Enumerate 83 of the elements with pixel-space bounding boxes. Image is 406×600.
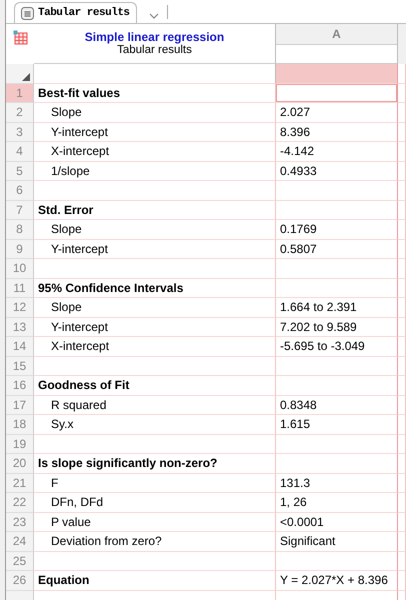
chevron-down-icon[interactable]	[148, 13, 159, 19]
row-number[interactable]: 8	[6, 220, 34, 240]
value-cell[interactable]: 1, 26	[276, 493, 398, 512]
select-all-icon[interactable]	[22, 72, 30, 80]
row-number[interactable]: 3	[6, 122, 34, 142]
row-label: R squared	[34, 396, 276, 415]
row-number[interactable]: 4	[6, 142, 34, 162]
row-number[interactable]: 23	[6, 512, 34, 532]
row-number[interactable]: 14	[6, 337, 34, 356]
row-number[interactable]: 21	[6, 474, 34, 493]
value-cell[interactable]: 2.027	[276, 103, 398, 122]
row-number[interactable]: 18	[6, 415, 34, 434]
section-heading: Equation	[34, 571, 276, 590]
row-number[interactable]: 25	[6, 552, 34, 571]
row-label: F	[34, 474, 276, 493]
value-cell[interactable]	[276, 278, 398, 298]
value-cell[interactable]: 1.615	[276, 415, 398, 434]
value-cell[interactable]	[276, 454, 398, 474]
column-header[interactable]: A	[276, 24, 397, 45]
row-label: X-intercept	[34, 337, 276, 356]
value-cell[interactable]: -4.142	[276, 142, 398, 162]
row-label: Slope	[34, 220, 276, 240]
row-number[interactable]: 26	[6, 571, 34, 590]
row-number[interactable]: 22	[6, 493, 34, 512]
row-number[interactable]: 7	[6, 200, 34, 220]
row-label: Slope	[34, 298, 276, 318]
row-label: Y-intercept	[34, 240, 276, 259]
value-cell[interactable]	[276, 84, 398, 103]
row-number[interactable]: 11	[6, 278, 34, 298]
row-number[interactable]: 5	[6, 162, 34, 181]
row-label: Deviation from zero?	[34, 532, 276, 552]
value-cell[interactable]	[276, 552, 398, 571]
section-heading: Best-fit values	[34, 84, 276, 103]
value-cell[interactable]: <0.0001	[276, 512, 398, 532]
table-icon	[12, 30, 28, 45]
row-label: P value	[34, 512, 276, 532]
section-heading: 95% Confidence Intervals	[34, 278, 276, 298]
value-cell[interactable]: 8.396	[276, 122, 398, 142]
row-label: Y-intercept	[34, 122, 276, 142]
value-cell[interactable]: 0.8348	[276, 396, 398, 415]
row-number[interactable]: 15	[6, 356, 34, 376]
value-cell[interactable]	[276, 356, 398, 376]
value-cell[interactable]: 0.1769	[276, 220, 398, 240]
row-number[interactable]: 16	[6, 376, 34, 396]
section-heading: Goodness of Fit	[34, 376, 276, 396]
row-number[interactable]: 10	[6, 259, 34, 278]
value-cell[interactable]	[276, 259, 398, 278]
value-cell[interactable]	[276, 376, 398, 396]
row-number[interactable]: 20	[6, 454, 34, 474]
section-heading: Std. Error	[34, 200, 276, 220]
row-label: 1/slope	[34, 162, 276, 181]
value-cell[interactable]: 7.202 to 9.589	[276, 318, 398, 337]
row-number[interactable]: 19	[6, 434, 34, 454]
column-title-row-cell[interactable]	[276, 64, 398, 84]
value-cell[interactable]	[276, 434, 398, 454]
table-title: Simple linear regression	[84, 30, 224, 44]
row-number[interactable]: 17	[6, 396, 34, 415]
row-number[interactable]: 1	[6, 84, 34, 103]
value-cell[interactable]: 0.4933	[276, 162, 398, 181]
section-heading: Is slope significantly non-zero?	[34, 454, 276, 474]
row-number[interactable]: 13	[6, 318, 34, 337]
sheet-icon	[21, 6, 34, 20]
value-cell[interactable]	[276, 181, 398, 200]
row-number[interactable]: 12	[6, 298, 34, 318]
row-number[interactable]: 2	[6, 103, 34, 122]
row-number[interactable]: 24	[6, 532, 34, 552]
value-cell[interactable]: Y = 2.027*X + 8.396	[276, 571, 398, 590]
table-subtitle: Tabular results	[117, 44, 192, 57]
value-cell[interactable]: 131.3	[276, 474, 398, 493]
value-cell[interactable]: Significant	[276, 532, 398, 552]
row-label: Sy.x	[34, 415, 276, 434]
row-number[interactable]: 6	[6, 181, 34, 200]
value-cell[interactable]: -5.695 to -3.049	[276, 337, 398, 356]
row-label: DFn, DFd	[34, 493, 276, 512]
row-label: Slope	[34, 103, 276, 122]
row-label: X-intercept	[34, 142, 276, 162]
value-cell[interactable]	[276, 200, 398, 220]
tab[interactable]: Tabular results	[14, 2, 137, 23]
corner-cell[interactable]	[6, 64, 34, 84]
row-label: Y-intercept	[34, 318, 276, 337]
row-number[interactable]: 9	[6, 240, 34, 259]
value-cell[interactable]: 1.664 to 2.391	[276, 298, 398, 318]
value-cell[interactable]: 0.5807	[276, 240, 398, 259]
